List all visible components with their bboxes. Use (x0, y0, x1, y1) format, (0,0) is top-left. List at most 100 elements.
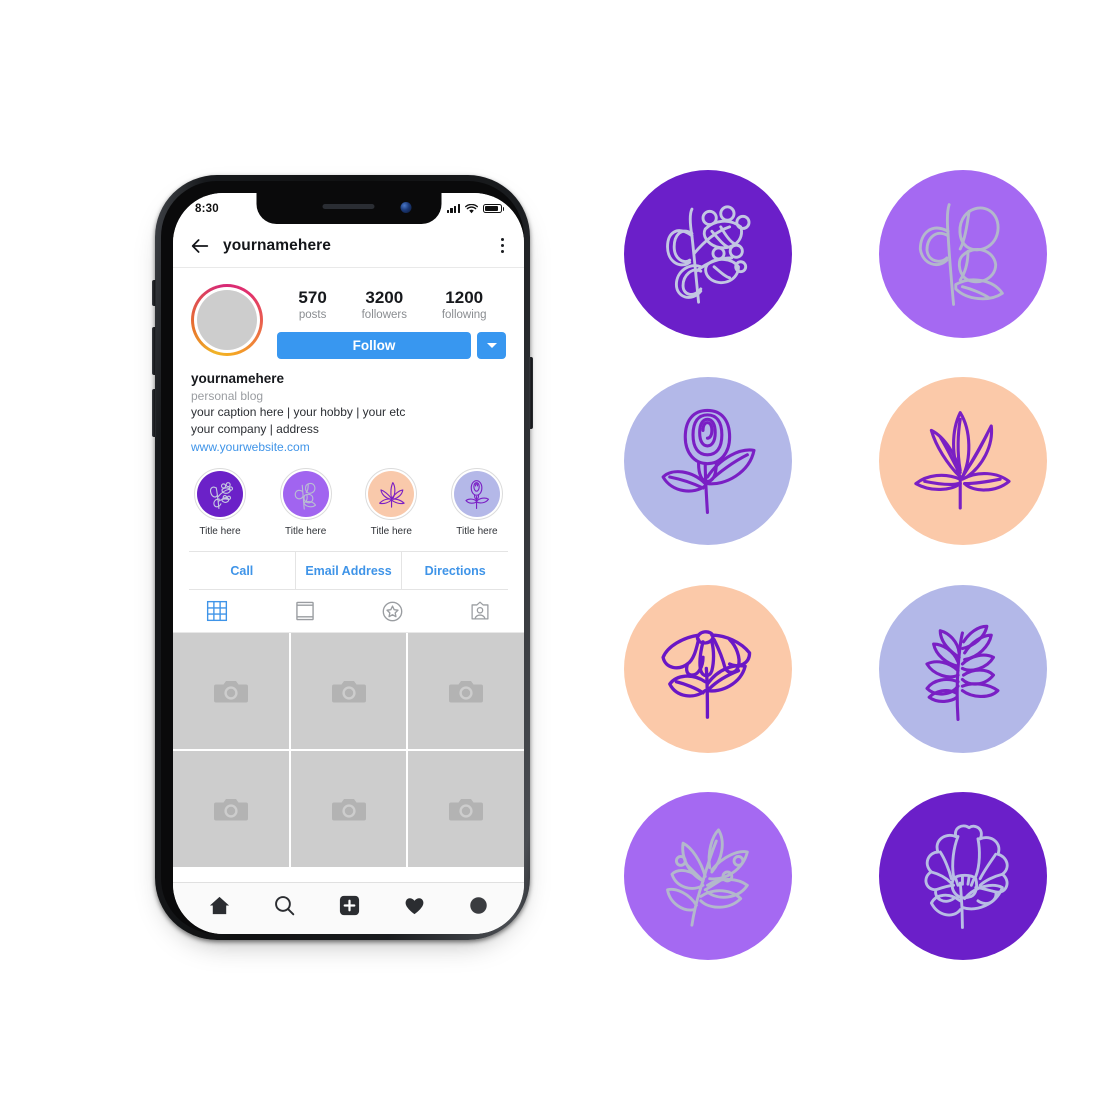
heart-icon (405, 898, 424, 915)
phone-bezel: 8:30 yournamehere 570 posts 3200 followe… (161, 181, 524, 934)
nav-home[interactable] (208, 894, 231, 917)
highlight-cover (368, 471, 415, 518)
highlight-cover (197, 471, 243, 518)
stat-value: 570 (298, 288, 327, 307)
kebab-menu-icon[interactable] (497, 234, 508, 258)
bio-category: personal blog (191, 388, 264, 403)
silent-switch[interactable] (152, 280, 156, 306)
directions-button[interactable]: Directions (401, 552, 508, 590)
highlight-ring (365, 468, 418, 521)
phone-screen: 8:30 yournamehere 570 posts 3200 followe… (173, 193, 524, 934)
leafy-sprig-icon[interactable] (623, 792, 792, 961)
call-button[interactable]: Call (189, 552, 295, 589)
carnation-icon[interactable] (878, 792, 1047, 961)
highlight-ring (450, 468, 503, 521)
camera-placeholder-icon (331, 798, 366, 821)
highlight-item-3[interactable]: Title here (360, 468, 422, 537)
bio-line-2: your company | address (191, 422, 319, 437)
follow-button[interactable]: Follow (277, 331, 471, 359)
highlight-label: Title here (456, 526, 498, 538)
bio-website-link[interactable]: www.yourwebsite.com (191, 440, 506, 454)
bottom-nav (173, 882, 524, 934)
story-highlights: Title here Title here Title here Title h… (173, 454, 524, 537)
notch (256, 193, 441, 224)
phone-frame: 8:30 yournamehere 570 posts 3200 followe… (152, 175, 533, 940)
highlight-ring (279, 468, 332, 521)
icon-gallery (600, 160, 1070, 970)
rose-art (661, 408, 756, 514)
app-header: yournamehere (173, 224, 524, 268)
photo-cell[interactable] (173, 633, 289, 749)
avatar[interactable] (191, 284, 263, 356)
page-title: yournamehere (223, 236, 332, 254)
profile-section: 570 posts 3200 followers 1200 following (173, 268, 524, 359)
camera-placeholder-icon (331, 681, 366, 703)
email-address-button[interactable]: Email Address (294, 552, 402, 590)
highlight-ring (194, 468, 246, 521)
stat-posts[interactable]: 570 posts (298, 288, 326, 321)
home-icon (209, 896, 230, 915)
back-arrow-icon[interactable] (189, 235, 211, 257)
fan-leaf-icon[interactable] (878, 377, 1047, 546)
stat-label: following (441, 308, 487, 321)
more-options-dropdown[interactable] (477, 331, 506, 359)
cta-row: Follow (277, 331, 506, 359)
camera-placeholder-icon (449, 681, 484, 703)
gallery-cell-4 (855, 368, 1070, 556)
bud-branch-icon (294, 482, 317, 510)
gallery-cell-8 (855, 783, 1070, 971)
carnation-art (924, 824, 1009, 929)
photo-cell[interactable] (408, 633, 524, 749)
nav-activity[interactable] (403, 894, 426, 917)
tagged-portrait-icon (471, 601, 489, 620)
photo-cell[interactable] (290, 633, 407, 749)
gallery-cell-5 (600, 575, 815, 763)
avatar-image (197, 290, 257, 350)
stat-following[interactable]: 1200 following (442, 288, 487, 321)
photo-cell[interactable] (408, 750, 524, 867)
highlight-item-1[interactable]: Title here (189, 468, 251, 537)
stat-followers[interactable]: 3200 followers (362, 288, 407, 321)
camera-placeholder-icon (449, 798, 484, 821)
rose-icon[interactable] (623, 377, 792, 546)
highlight-item-2[interactable]: Title here (275, 468, 337, 537)
bio-line-1: your caption here | your hobby | your et… (191, 404, 406, 419)
chevron-down-icon (486, 342, 497, 348)
bio-display-name: yournamehere (191, 370, 285, 386)
status-time: 8:30 (195, 202, 219, 215)
daisy-art (661, 630, 752, 720)
bio-section: yournamehere personal blog your caption … (173, 359, 524, 455)
daisy-icon[interactable] (623, 584, 792, 753)
bud-branch-icon[interactable] (878, 169, 1047, 338)
tab-reels[interactable] (261, 590, 349, 632)
highlight-cover (453, 471, 500, 518)
rose-icon (465, 479, 490, 509)
fan-leaf-icon (378, 481, 405, 508)
gallery-cell-7 (600, 783, 815, 971)
stat-value: 1200 (445, 288, 484, 307)
reels-frame-icon (295, 601, 314, 621)
tab-tagged[interactable] (436, 590, 524, 632)
camera-placeholder-icon (213, 681, 248, 703)
volume-up-button[interactable] (152, 327, 156, 375)
bud-branch-art (918, 203, 1004, 307)
nav-search[interactable] (273, 894, 296, 917)
berry-branch-icon[interactable] (623, 169, 792, 338)
photo-grid (173, 633, 524, 867)
tab-favorites[interactable] (349, 590, 437, 632)
fern-sprig-icon[interactable] (878, 584, 1047, 753)
photo-cell[interactable] (290, 750, 407, 867)
gallery-cell-2 (855, 160, 1070, 348)
battery-icon (483, 203, 505, 214)
fern-sprig-art (925, 625, 1000, 722)
tab-grid[interactable] (173, 590, 261, 632)
gallery-cell-1 (600, 160, 815, 348)
highlight-item-4[interactable]: Title here (446, 468, 508, 537)
nav-add-post[interactable] (338, 894, 361, 917)
volume-down-button[interactable] (152, 389, 156, 437)
power-button[interactable] (529, 357, 533, 429)
photo-cell[interactable] (173, 750, 289, 867)
earpiece-speaker (322, 204, 375, 209)
nav-profile[interactable] (468, 895, 489, 916)
wifi-icon (465, 203, 478, 213)
